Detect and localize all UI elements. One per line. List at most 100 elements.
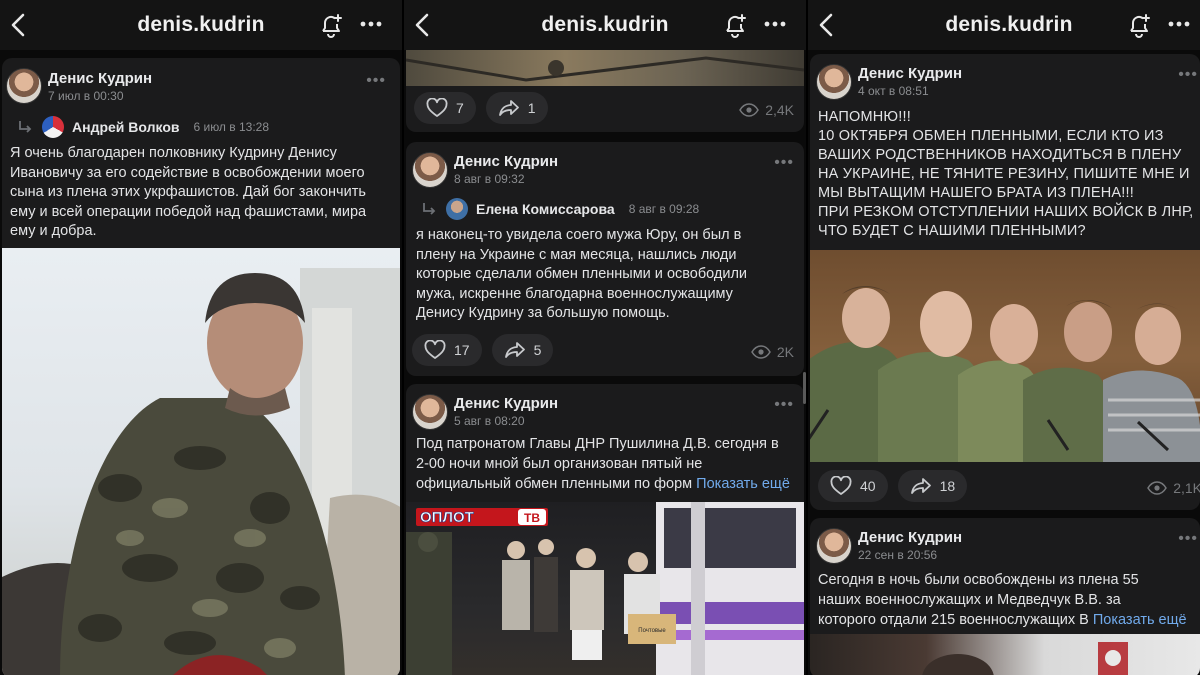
post-author[interactable]: Денис Кудрин [858,529,962,546]
views-counter: 2,4K [739,102,794,118]
top-bar: denis.kudrin [0,0,402,50]
repost-author[interactable]: Елена Комиссарова [476,201,615,217]
prisoner-exchange-photo: Почтовые ОПЛОТ ТВ [406,502,804,675]
like-count: 17 [454,342,470,358]
post-card: Денис Кудрин 8 авг в 09:32 ••• Елена Ком… [406,142,804,376]
post-card: Денис Кудрин 7 июл в 00:30 ••• Андрей Во… [2,58,400,675]
eye-icon [1147,481,1167,495]
share-button[interactable]: 1 [485,92,548,124]
post-photo[interactable] [406,50,804,86]
eye-icon [751,345,771,359]
prisoners-photo [810,250,1200,462]
views-counter: 2K [751,344,794,360]
show-more-link[interactable]: Показать ещё [696,476,790,492]
like-button[interactable]: 7 [414,92,476,124]
post-actions: 40 18 [818,470,968,506]
chevron-left-icon[interactable] [8,12,30,38]
repost-avatar[interactable] [42,116,64,138]
like-button[interactable]: 40 [818,470,888,502]
avatar[interactable] [816,528,852,564]
bell-plus-icon[interactable] [722,12,748,38]
post-card-previous: 7 1 2,4K [406,50,804,132]
more-horizontal-icon[interactable] [764,14,786,34]
like-button[interactable]: 17 [412,334,482,366]
post-menu-icon[interactable]: ••• [1178,66,1198,84]
top-bar: denis.kudrin [808,0,1200,50]
heart-icon [424,340,446,360]
post-author[interactable]: Денис Кудрин [858,65,962,82]
share-count: 5 [533,342,542,358]
post-card: Денис Кудрин 4 окт в 08:51 ••• НАПОМНЮ!!… [810,54,1200,510]
more-horizontal-icon[interactable] [360,14,382,34]
show-more-link[interactable]: Показать ещё [1093,612,1187,628]
post-date[interactable]: 4 окт в 08:51 [858,84,929,98]
repost-date: 6 июл в 13:28 [193,120,270,134]
views-count: 2,4K [765,102,794,118]
post-text: Сегодня в ночь были освобождены из плена… [818,570,1200,630]
bell-plus-icon[interactable] [318,12,344,38]
truck-photo [406,56,804,82]
post-date[interactable]: 8 авг в 09:32 [454,172,525,186]
press-conference-photo [922,642,1128,675]
post-text: Я очень благодарен полковнику Кудрину Де… [10,145,367,239]
like-count: 7 [456,100,464,116]
repost-icon [420,201,438,217]
tv-logo-tv: ТВ [524,511,540,525]
soldier-photo [2,268,400,675]
avatar[interactable] [412,394,448,430]
chevron-left-icon[interactable] [412,12,434,38]
avatar[interactable] [6,68,42,104]
avatar[interactable] [816,64,852,100]
views-counter: 2,1K [1147,480,1200,496]
post-author[interactable]: Денис Кудрин [454,395,558,412]
post-photo[interactable]: Почтовые ОПЛОТ ТВ [406,502,804,675]
screenshot-panel-2: denis.kudrin 7 1 2,4K Денис Кудрин 8 авг… [404,0,806,675]
repost-header: Елена Комиссарова 8 авг в 09:28 [420,198,699,220]
share-button[interactable]: 18 [897,470,968,502]
heart-icon [426,98,448,118]
tv-logo-text: ОПЛОТ [420,509,474,526]
box-label: Почтовые [638,628,666,634]
post-author[interactable]: Денис Кудрин [48,70,152,87]
eye-icon [739,103,759,117]
views-count: 2K [776,344,794,360]
post-menu-icon[interactable]: ••• [1178,530,1198,548]
more-horizontal-icon[interactable] [1168,14,1190,34]
repost-avatar[interactable] [446,198,468,220]
screenshot-panel-3: denis.kudrin Денис Кудрин 4 окт в 08:51 … [808,0,1200,675]
post-menu-icon[interactable]: ••• [366,72,386,90]
share-icon [498,98,520,118]
repost-author[interactable]: Андрей Волков [72,119,179,135]
like-count: 40 [860,478,876,494]
views-count: 2,1K [1173,480,1200,496]
share-icon [504,340,526,360]
chevron-left-icon[interactable] [816,12,838,38]
repost-date: 8 авг в 09:28 [628,202,700,216]
post-photo[interactable] [810,250,1200,462]
post-actions: 17 5 [412,334,554,370]
post-menu-icon[interactable]: ••• [774,154,794,172]
top-bar: denis.kudrin [404,0,806,50]
post-card: Денис Кудрин 22 сен в 20:56 ••• Сегодня … [810,518,1200,675]
share-button[interactable]: 5 [491,334,554,366]
share-count: 1 [527,100,536,116]
post-date[interactable]: 5 авг в 08:20 [454,414,525,428]
repost-header: Андрей Волков 6 июл в 13:28 [16,116,269,138]
post-text-body: Сегодня в ночь были освобождены из плена… [818,572,1139,628]
heart-icon [830,476,852,496]
scrollbar[interactable] [803,372,806,404]
post-photo[interactable] [2,248,400,675]
post-author[interactable]: Денис Кудрин [454,153,558,170]
post-text: я наконец-то увидела соего мужа Юру, он … [416,227,748,322]
post-text: НАПОМНЮ!!! 10 ОКТЯБРЯ ОБМЕН ПЛЕННЫМИ, ЕС… [818,109,1194,239]
avatar[interactable] [412,152,448,188]
post-photo[interactable] [810,634,1200,675]
post-date[interactable]: 22 сен в 20:56 [858,548,937,562]
screenshot-panel-1: denis.kudrin Денис Кудрин 7 июл в 00:30 … [0,0,402,675]
post-date[interactable]: 7 июл в 00:30 [48,89,124,103]
bell-plus-icon[interactable] [1126,12,1152,38]
repost-icon [16,119,34,135]
post-actions: 7 1 [414,92,548,128]
post-card: Денис Кудрин 5 авг в 08:20 ••• Под патро… [406,384,804,675]
post-menu-icon[interactable]: ••• [774,396,794,414]
